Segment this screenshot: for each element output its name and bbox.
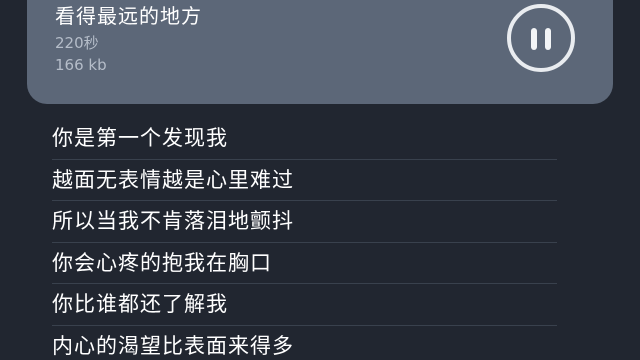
pause-button[interactable]	[507, 4, 575, 72]
audio-player-card[interactable]: 看得最远的地方 220秒 166 kb	[27, 0, 613, 104]
lyrics-list: 你是第一个发现我 越面无表情越是心里难过 所以当我不肯落泪地颤抖 你会心疼的抱我…	[52, 118, 557, 360]
lyric-line: 你会心疼的抱我在胸口	[52, 243, 557, 284]
song-title: 看得最远的地方	[55, 4, 202, 28]
file-size-label: 166 kb	[55, 56, 107, 74]
lyric-line: 所以当我不肯落泪地颤抖	[52, 201, 557, 243]
lyric-line: 你是第一个发现我	[52, 118, 557, 160]
lyric-line: 越面无表情越是心里难过	[52, 160, 557, 201]
lyric-line: 内心的渴望比表面来得多	[52, 326, 557, 360]
pause-bar-right	[545, 28, 551, 50]
screen: 看得最远的地方 220秒 166 kb 你是第一个发现我 越面无表情越是心里难过…	[0, 0, 640, 360]
lyric-line: 你比谁都还了解我	[52, 284, 557, 326]
pause-bar-left	[531, 28, 537, 50]
duration-label: 220秒	[55, 34, 99, 52]
